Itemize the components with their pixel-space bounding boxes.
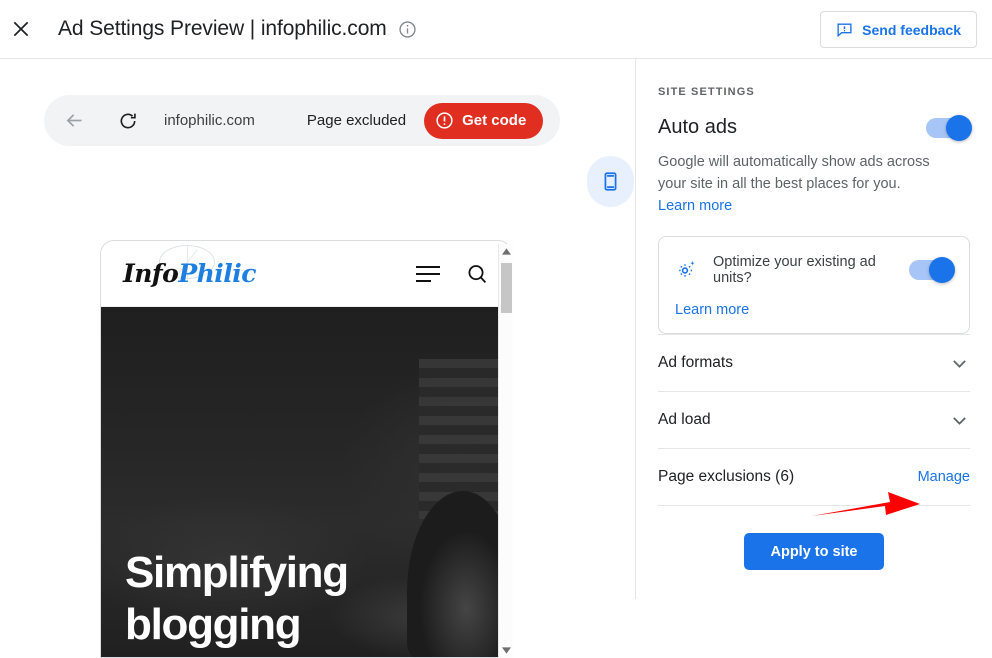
- auto-ads-description: Google will automatically show ads acros…: [658, 151, 930, 217]
- scrollbar-thumb[interactable]: [501, 263, 512, 313]
- accordion-ad-formats-label: Ad formats: [658, 354, 733, 372]
- browser-toolbar: infophilic.com Page excluded Get code: [44, 95, 560, 146]
- accordion-ad-load[interactable]: Ad load: [658, 391, 970, 448]
- preview-scrollbar[interactable]: [498, 244, 513, 658]
- site-preview-header-icons: [416, 262, 489, 286]
- chevron-down-icon: [949, 410, 970, 431]
- manage-exclusions-link[interactable]: Manage: [918, 469, 970, 485]
- site-logo: InfoPhilic: [123, 259, 257, 288]
- panel-bottom-divider: [658, 505, 970, 507]
- optimize-ad-units-toggle[interactable]: [909, 257, 955, 284]
- get-code-label: Get code: [462, 112, 527, 129]
- auto-ads-label: Auto ads: [658, 116, 737, 138]
- info-icon[interactable]: [398, 20, 417, 39]
- auto-ads-row: Auto ads: [658, 114, 972, 141]
- hero-headline-line1: Simplifying: [125, 548, 349, 598]
- reload-icon[interactable]: [116, 109, 140, 133]
- send-feedback-label: Send feedback: [862, 21, 961, 38]
- page-exclusions-row: Page exclusions (6) Manage: [658, 448, 970, 505]
- optimize-ad-units-label: Optimize your existing ad units?: [713, 254, 876, 287]
- page-status-label: Page excluded: [306, 112, 407, 129]
- auto-ads-description-text: Google will automatically show ads acros…: [658, 154, 930, 193]
- site-settings-panel: SITE SETTINGS Auto ads Google will autom…: [636, 59, 992, 599]
- hamburger-menu-icon[interactable]: [416, 265, 440, 282]
- send-feedback-button[interactable]: Send feedback: [820, 11, 977, 48]
- site-preview-frame: InfoPhilic Simplifying blogging: [100, 240, 512, 658]
- page-exclusions-label: Page exclusions (6): [658, 468, 795, 486]
- scroll-up-arrow-icon[interactable]: [499, 244, 514, 259]
- optimize-learn-more-link[interactable]: Learn more: [675, 302, 953, 318]
- url-text[interactable]: infophilic.com: [164, 112, 255, 129]
- error-circle-icon: [435, 111, 454, 130]
- app-header: Ad Settings Preview | infophilic.com Sen…: [0, 0, 992, 59]
- auto-optimize-gear-icon: [675, 258, 699, 282]
- hero-headline: Simplifying blogging: [125, 547, 349, 651]
- site-preview-header: InfoPhilic: [101, 241, 511, 307]
- auto-ads-toggle[interactable]: [926, 114, 972, 141]
- close-icon[interactable]: [8, 16, 34, 42]
- scroll-down-arrow-icon[interactable]: [499, 643, 514, 658]
- site-hero-section: Simplifying blogging: [101, 307, 511, 657]
- feedback-icon: [836, 21, 853, 38]
- chevron-down-icon: [949, 353, 970, 374]
- accordion-ad-formats[interactable]: Ad formats: [658, 334, 970, 391]
- get-code-button[interactable]: Get code: [424, 102, 544, 139]
- mobile-device-icon[interactable]: [587, 156, 634, 207]
- apply-to-site-button[interactable]: Apply to site: [744, 533, 884, 571]
- auto-ads-learn-more-link[interactable]: Learn more: [658, 198, 732, 214]
- back-arrow-icon[interactable]: [62, 109, 86, 133]
- site-logo-part2: Philic: [178, 259, 257, 288]
- search-icon[interactable]: [465, 262, 489, 286]
- preview-pane: infophilic.com Page excluded Get code In…: [0, 59, 635, 658]
- accordion-ad-load-label: Ad load: [658, 411, 711, 429]
- optimize-ad-units-card: Optimize your existing ad units? Learn m…: [658, 236, 970, 335]
- site-settings-section-label: SITE SETTINGS: [658, 86, 755, 98]
- site-logo-part1: Info: [123, 259, 179, 288]
- page-title: Ad Settings Preview | infophilic.com: [58, 17, 387, 40]
- hero-headline-line2: blogging: [125, 600, 302, 650]
